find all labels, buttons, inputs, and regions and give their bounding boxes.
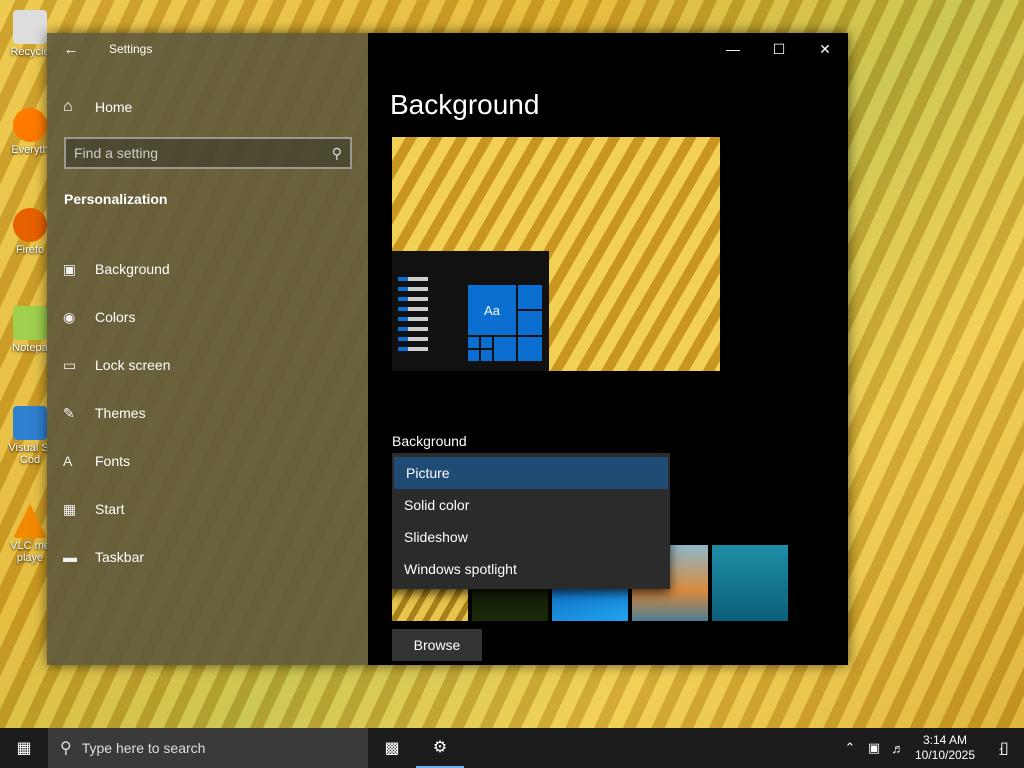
preview-tiles: Aa (468, 285, 542, 371)
page-title: Background (390, 89, 540, 120)
window-controls: — ☐ ✕ (710, 33, 848, 65)
search-placeholder: Find a setting (74, 145, 159, 161)
chevron-up-icon: ⌃ (844, 740, 856, 755)
nav-item-lock-screen[interactable]: ▭ Lock screen (63, 341, 170, 389)
back-arrow-icon: ← (63, 40, 79, 58)
everything-search-icon (13, 108, 47, 142)
maximize-button[interactable]: ☐ (756, 33, 802, 65)
settings-sidebar: ← Settings ⌂ Home Find a setting ⚲ Perso… (47, 33, 368, 665)
minimize-icon: — (726, 41, 740, 57)
search-input[interactable]: Find a setting ⚲ (64, 137, 352, 169)
preview-start-menu: Aa (392, 251, 549, 371)
section-title: Personalization (64, 191, 168, 207)
nav-home-label: Home (95, 99, 133, 115)
browse-button[interactable]: Browse (392, 629, 482, 661)
notification-count: 1 (998, 746, 1005, 758)
recycle-bin-icon (13, 10, 47, 44)
nav-item-taskbar[interactable]: ▬ Taskbar (63, 533, 170, 581)
nav-home[interactable]: ⌂ Home (63, 95, 132, 119)
volume-button[interactable]: ♬ (886, 741, 910, 756)
nav-item-colors[interactable]: ◉ Colors (63, 293, 170, 341)
nav-item-background[interactable]: ▣ Background (63, 245, 170, 293)
clock-time: 3:14 AM (922, 733, 968, 747)
dropdown-option-slideshow[interactable]: Slideshow (392, 521, 670, 553)
search-icon: ⚲ (331, 144, 342, 161)
start-button[interactable]: ▦ (0, 728, 48, 768)
action-center-button[interactable]: ▯ 1 (980, 738, 1024, 758)
nav-item-themes[interactable]: ✎ Themes (63, 389, 170, 437)
settings-window: ← Settings ⌂ Home Find a setting ⚲ Perso… (47, 33, 848, 665)
system-tray: ⌃ ▣ ♬ 3:14 AM 10/10/2025 ▯ 1 (838, 728, 1024, 768)
background-dropdown[interactable]: Picture Solid color Slideshow Windows sp… (392, 453, 670, 589)
close-button[interactable]: ✕ (802, 33, 848, 65)
minimize-button[interactable]: — (710, 33, 756, 65)
task-view-button[interactable]: ▩ (368, 728, 416, 768)
background-preview: Aa (392, 137, 720, 371)
lock-screen-icon: ▭ (63, 356, 77, 373)
taskbar-settings-button[interactable]: ⚙ (416, 728, 464, 768)
vscode-icon (13, 406, 47, 440)
nav-item-fonts[interactable]: A Fonts (63, 437, 170, 485)
start-grid-icon: ▦ (63, 500, 77, 517)
back-button[interactable]: ← (47, 33, 95, 65)
picture-icon: ▣ (63, 260, 77, 277)
titlebar: ← Settings (47, 33, 368, 65)
close-icon: ✕ (819, 40, 831, 57)
background-label: Background (392, 433, 467, 449)
preview-tile-large: Aa (468, 285, 516, 335)
brush-icon: ✎ (63, 404, 75, 421)
windows-logo-icon: ▦ (16, 740, 32, 757)
clock-date: 10/10/2025 (914, 748, 976, 762)
window-title: Settings (109, 42, 153, 56)
dropdown-option-windows-spotlight[interactable]: Windows spotlight (392, 553, 670, 585)
palette-icon: ◉ (63, 308, 76, 325)
nav-list: ▣ Background ◉ Colors ▭ Lock screen ✎ Th… (63, 245, 170, 581)
home-icon: ⌂ (63, 98, 73, 115)
vlc-icon (13, 504, 47, 538)
nav-item-start[interactable]: ▦ Start (63, 485, 170, 533)
dropdown-option-solid-color[interactable]: Solid color (392, 489, 670, 521)
taskbar: ▦ ⚲ Type here to search ▩ ⚙ ⌃ ▣ ♬ 3:14 A… (0, 728, 1024, 768)
clock[interactable]: 3:14 AM 10/10/2025 (910, 733, 980, 763)
network-icon: ▣ (867, 740, 881, 755)
maximize-icon: ☐ (772, 40, 786, 57)
network-button[interactable]: ▣ (862, 740, 886, 756)
search-icon: ⚲ (60, 740, 72, 757)
gear-icon: ⚙ (432, 739, 448, 756)
taskbar-search-placeholder: Type here to search (81, 740, 206, 756)
task-view-icon: ▩ (384, 740, 400, 757)
firefox-icon (13, 208, 47, 242)
preview-app-list (398, 277, 428, 357)
volume-muted-icon: ♬ (891, 740, 905, 756)
taskbar-search[interactable]: ⚲ Type here to search (48, 728, 368, 768)
settings-content: — ☐ ✕ Background Aa Background Picture S… (368, 33, 848, 665)
font-icon: A (63, 453, 73, 469)
notepad-icon (13, 306, 47, 340)
tray-overflow-button[interactable]: ⌃ (838, 740, 862, 756)
picture-thumb[interactable] (712, 545, 788, 621)
taskbar-icon: ▬ (63, 549, 77, 565)
dropdown-option-picture[interactable]: Picture (394, 457, 668, 489)
